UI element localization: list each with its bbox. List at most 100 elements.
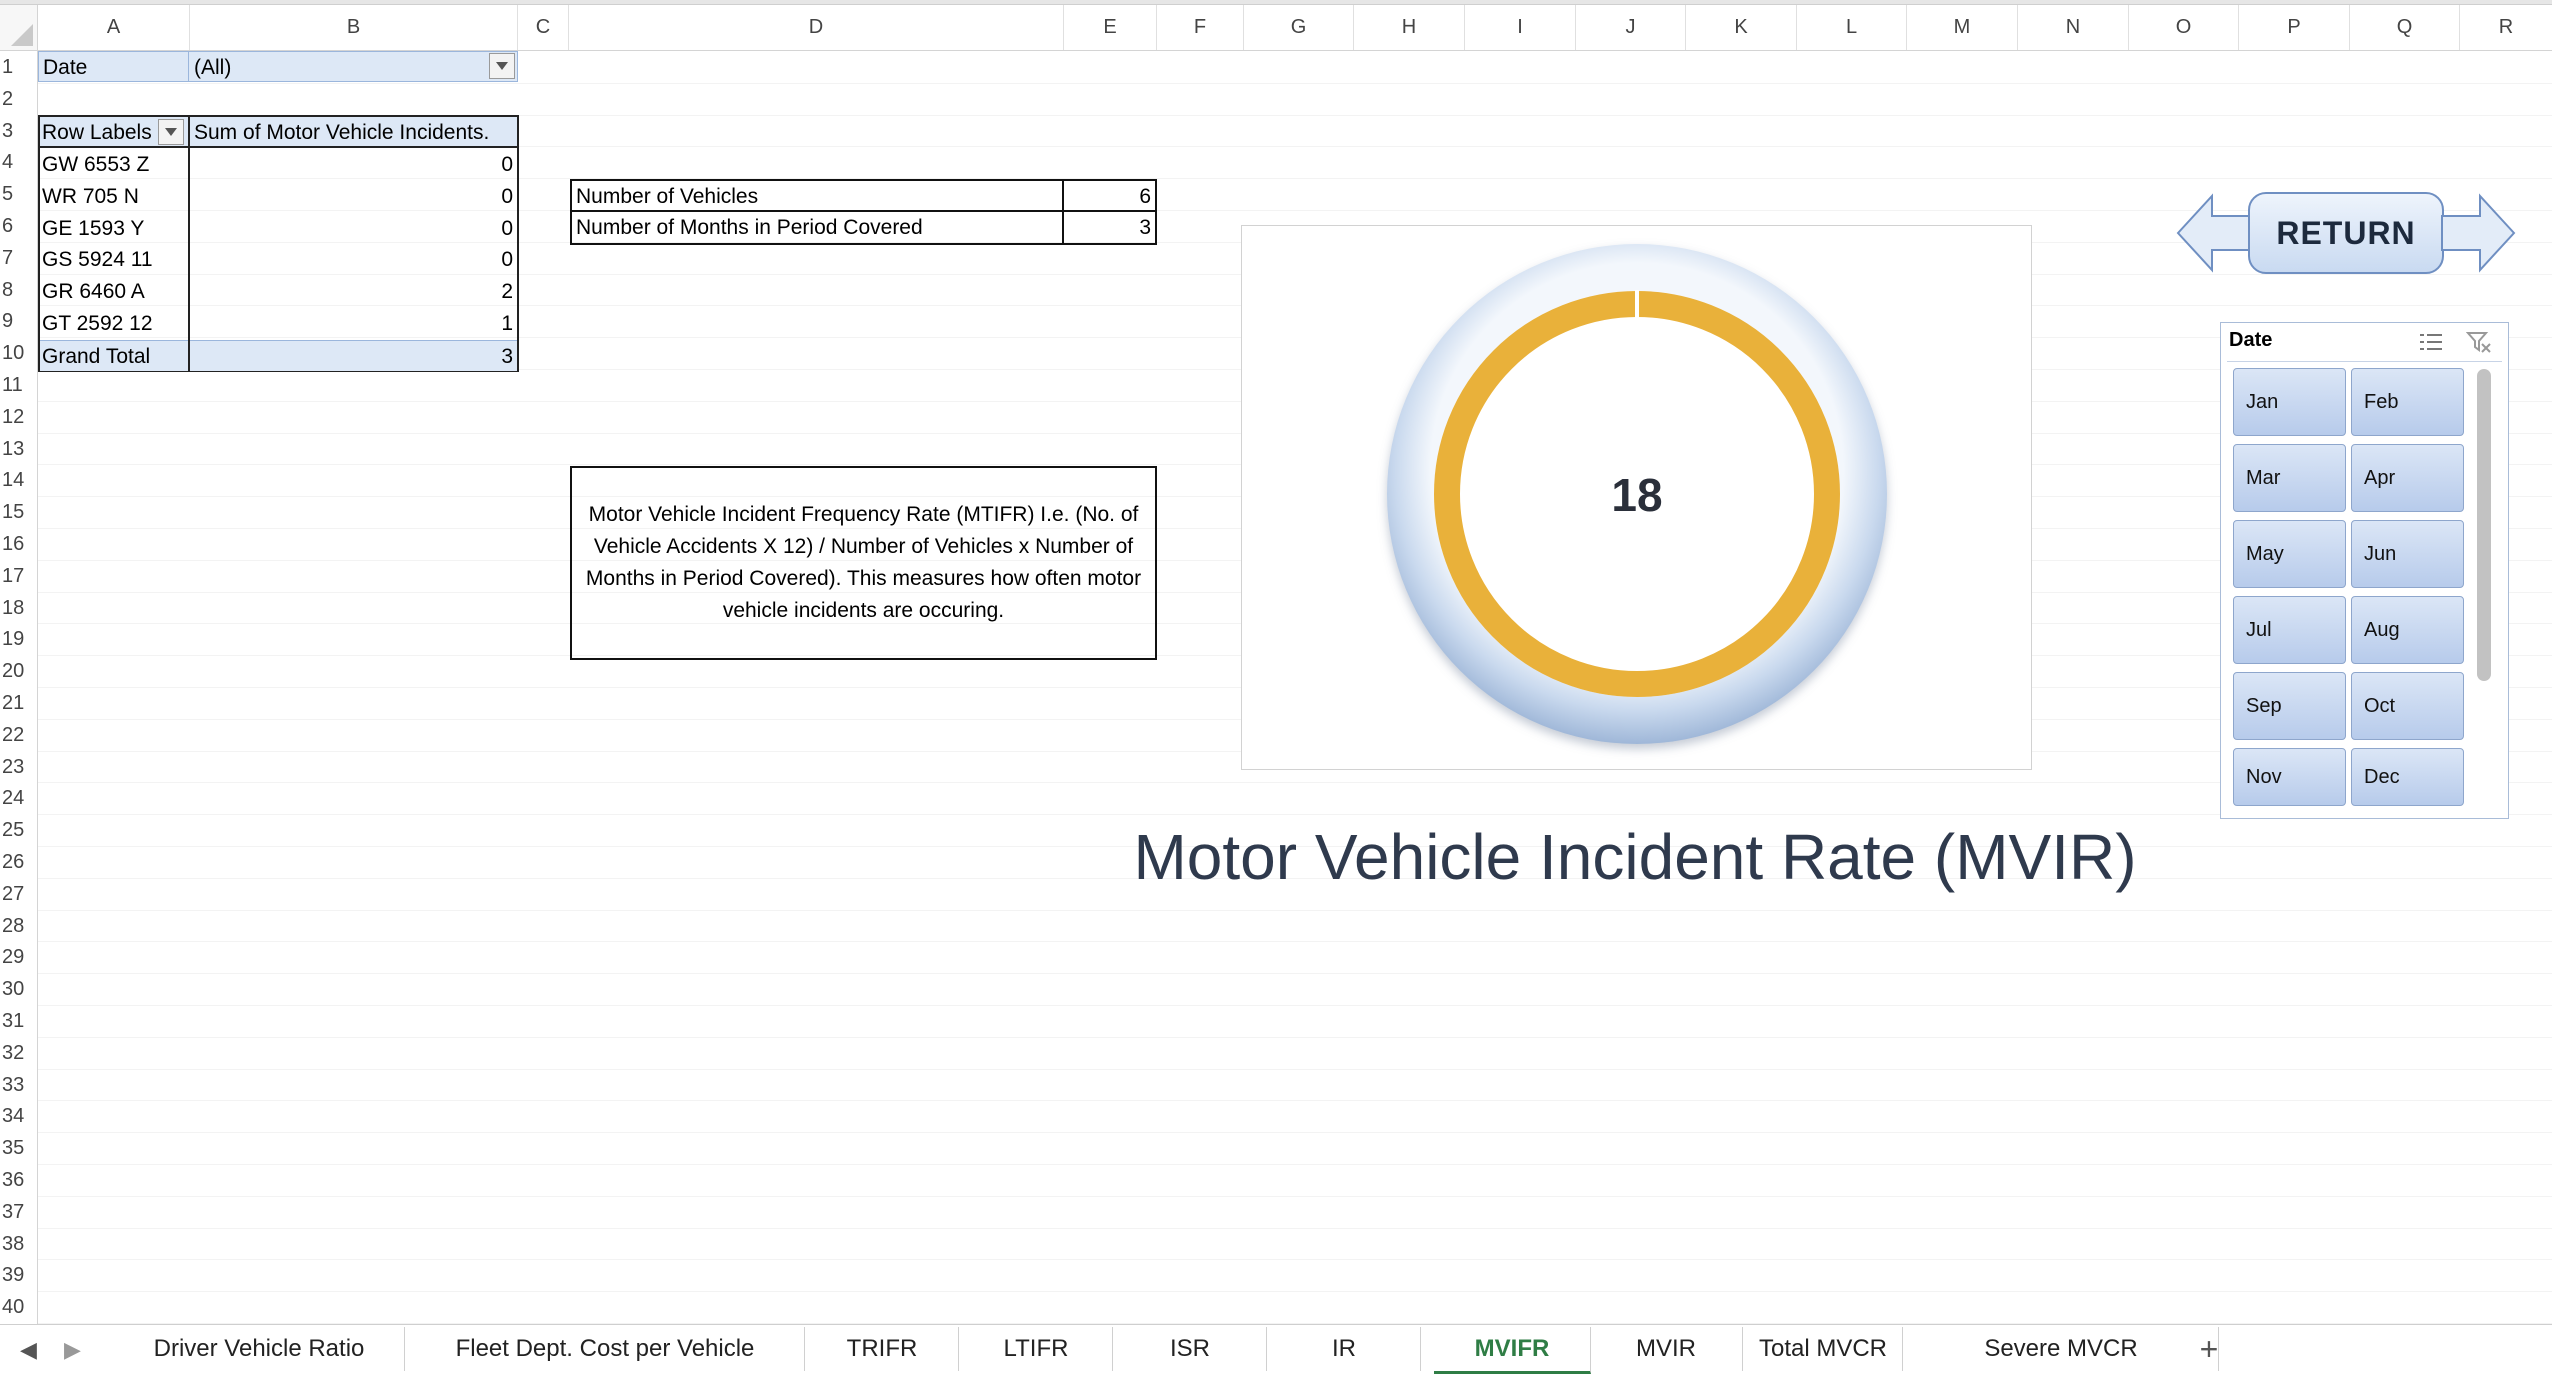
sheet-tab-trifr[interactable]: TRIFR (806, 1327, 959, 1371)
column-header-g[interactable]: G (1244, 5, 1354, 50)
row-header-39[interactable]: 39 (0, 1259, 37, 1291)
pivot-row-label[interactable]: GT 2592 12 (40, 308, 186, 339)
sheet-tab-mvir[interactable]: MVIR (1590, 1327, 1743, 1371)
row-header-7[interactable]: 7 (0, 242, 37, 274)
row-header-11[interactable]: 11 (0, 369, 37, 401)
row-header-17[interactable]: 17 (0, 560, 37, 592)
row-header-34[interactable]: 34 (0, 1100, 37, 1132)
sheet-tab-ltifr[interactable]: LTIFR (960, 1327, 1113, 1371)
slicer-item-feb[interactable]: Feb (2351, 368, 2464, 436)
row-header-6[interactable]: 6 (0, 210, 37, 242)
slicer-item-oct[interactable]: Oct (2351, 672, 2464, 740)
row-header-31[interactable]: 31 (0, 1005, 37, 1037)
pivot-filter-value[interactable]: (All) (188, 51, 518, 82)
row-header-3[interactable]: 3 (0, 115, 37, 147)
row-header-37[interactable]: 37 (0, 1196, 37, 1228)
column-header-d[interactable]: D (569, 5, 1064, 50)
row-header-2[interactable]: 2 (0, 83, 37, 115)
column-header-m[interactable]: M (1907, 5, 2018, 50)
row-header-30[interactable]: 30 (0, 973, 37, 1005)
sheet-tab-fleet-dept-cost-per-vehicle[interactable]: Fleet Dept. Cost per Vehicle (406, 1327, 805, 1371)
column-header-l[interactable]: L (1797, 5, 1907, 50)
slicer-item-dec[interactable]: Dec (2351, 748, 2464, 806)
sheet-tab-driver-vehicle-ratio[interactable]: Driver Vehicle Ratio (114, 1327, 405, 1371)
row-header-16[interactable]: 16 (0, 528, 37, 560)
column-header-c[interactable]: C (518, 5, 569, 50)
gauge-chart[interactable]: 18 (1241, 225, 2032, 770)
column-header-f[interactable]: F (1157, 5, 1244, 50)
row-header-1[interactable]: 1 (0, 51, 37, 83)
row-header-25[interactable]: 25 (0, 814, 37, 846)
return-button[interactable]: RETURN (2248, 192, 2444, 274)
date-slicer[interactable]: Date Jan Feb Mar Apr May Jun Jul Aug Sep Oct Nov De… (2220, 322, 2509, 819)
slicer-item-apr[interactable]: Apr (2351, 444, 2464, 512)
pivot-row-label[interactable]: GR 6460 A (40, 276, 186, 307)
column-header-o[interactable]: O (2129, 5, 2239, 50)
pivot-filter-dropdown-icon[interactable] (489, 53, 515, 79)
pivot-row-label[interactable]: GE 1593 Y (40, 213, 186, 244)
row-header-40[interactable]: 40 (0, 1291, 37, 1323)
slicer-item-aug[interactable]: Aug (2351, 596, 2464, 664)
row-header-32[interactable]: 32 (0, 1037, 37, 1069)
slicer-item-nov[interactable]: Nov (2233, 748, 2346, 806)
column-header-q[interactable]: Q (2350, 5, 2460, 50)
row-header-13[interactable]: 13 (0, 433, 37, 465)
row-header-29[interactable]: 29 (0, 941, 37, 973)
sheet-tab-mvifr[interactable]: MVIFR (1434, 1327, 1591, 1374)
row-header-4[interactable]: 4 (0, 146, 37, 178)
row-header-19[interactable]: 19 (0, 623, 37, 655)
column-header-b[interactable]: B (190, 5, 518, 50)
row-header-5[interactable]: 5 (0, 178, 37, 210)
row-header-20[interactable]: 20 (0, 655, 37, 687)
slicer-item-jul[interactable]: Jul (2233, 596, 2346, 664)
add-sheet-button[interactable]: + (2170, 1327, 2248, 1371)
row-header-8[interactable]: 8 (0, 274, 37, 306)
clear-filter-icon[interactable] (2466, 331, 2492, 353)
sheet-tab-total-mvcr[interactable]: Total MVCR (1744, 1327, 1903, 1371)
tab-scroll-left-icon[interactable]: ◀ (20, 1337, 37, 1363)
slicer-item-mar[interactable]: Mar (2233, 444, 2346, 512)
row-header-26[interactable]: 26 (0, 846, 37, 878)
row-header-21[interactable]: 21 (0, 687, 37, 719)
row-header-28[interactable]: 28 (0, 910, 37, 942)
column-header-k[interactable]: K (1686, 5, 1797, 50)
pivot-row-label[interactable]: WR 705 N (40, 181, 186, 212)
column-header-a[interactable]: A (38, 5, 190, 50)
sheet-tab-isr[interactable]: ISR (1114, 1327, 1267, 1371)
row-header-22[interactable]: 22 (0, 719, 37, 751)
multi-select-icon[interactable] (2418, 331, 2444, 353)
row-header-18[interactable]: 18 (0, 592, 37, 624)
slicer-item-sep[interactable]: Sep (2233, 672, 2346, 740)
row-header-24[interactable]: 24 (0, 782, 37, 814)
row-header-38[interactable]: 38 (0, 1228, 37, 1260)
row-header-14[interactable]: 14 (0, 464, 37, 496)
row-header-36[interactable]: 36 (0, 1164, 37, 1196)
row-header-9[interactable]: 9 (0, 305, 37, 337)
row-header-15[interactable]: 15 (0, 496, 37, 528)
row-header-23[interactable]: 23 (0, 751, 37, 783)
slicer-scrollbar[interactable] (2477, 369, 2491, 681)
column-header-h[interactable]: H (1354, 5, 1465, 50)
column-header-i[interactable]: I (1465, 5, 1576, 50)
row-header-35[interactable]: 35 (0, 1132, 37, 1164)
column-header-r[interactable]: R (2460, 5, 2552, 50)
row-header-10[interactable]: 10 (0, 337, 37, 369)
column-header-p[interactable]: P (2239, 5, 2350, 50)
slicer-item-jan[interactable]: Jan (2233, 368, 2346, 436)
row-header-12[interactable]: 12 (0, 401, 37, 433)
column-header-e[interactable]: E (1064, 5, 1157, 50)
row-labels-filter-icon[interactable] (158, 119, 184, 145)
row-header-27[interactable]: 27 (0, 878, 37, 910)
select-all-corner[interactable] (0, 5, 38, 50)
tab-scroll-right-icon[interactable]: ▶ (64, 1337, 81, 1363)
sheet-tab-ir[interactable]: IR (1268, 1327, 1421, 1371)
column-header-n[interactable]: N (2018, 5, 2129, 50)
column-header-j[interactable]: J (1576, 5, 1686, 50)
pivot-row-label[interactable]: GW 6553 Z (40, 149, 186, 180)
row-header-33[interactable]: 33 (0, 1069, 37, 1101)
slicer-item-may[interactable]: May (2233, 520, 2346, 588)
pivot-row-label[interactable]: GS 5924 11 (40, 244, 186, 275)
left-arrow-icon[interactable] (2174, 192, 2254, 274)
right-arrow-icon[interactable] (2438, 192, 2518, 274)
slicer-item-jun[interactable]: Jun (2351, 520, 2464, 588)
